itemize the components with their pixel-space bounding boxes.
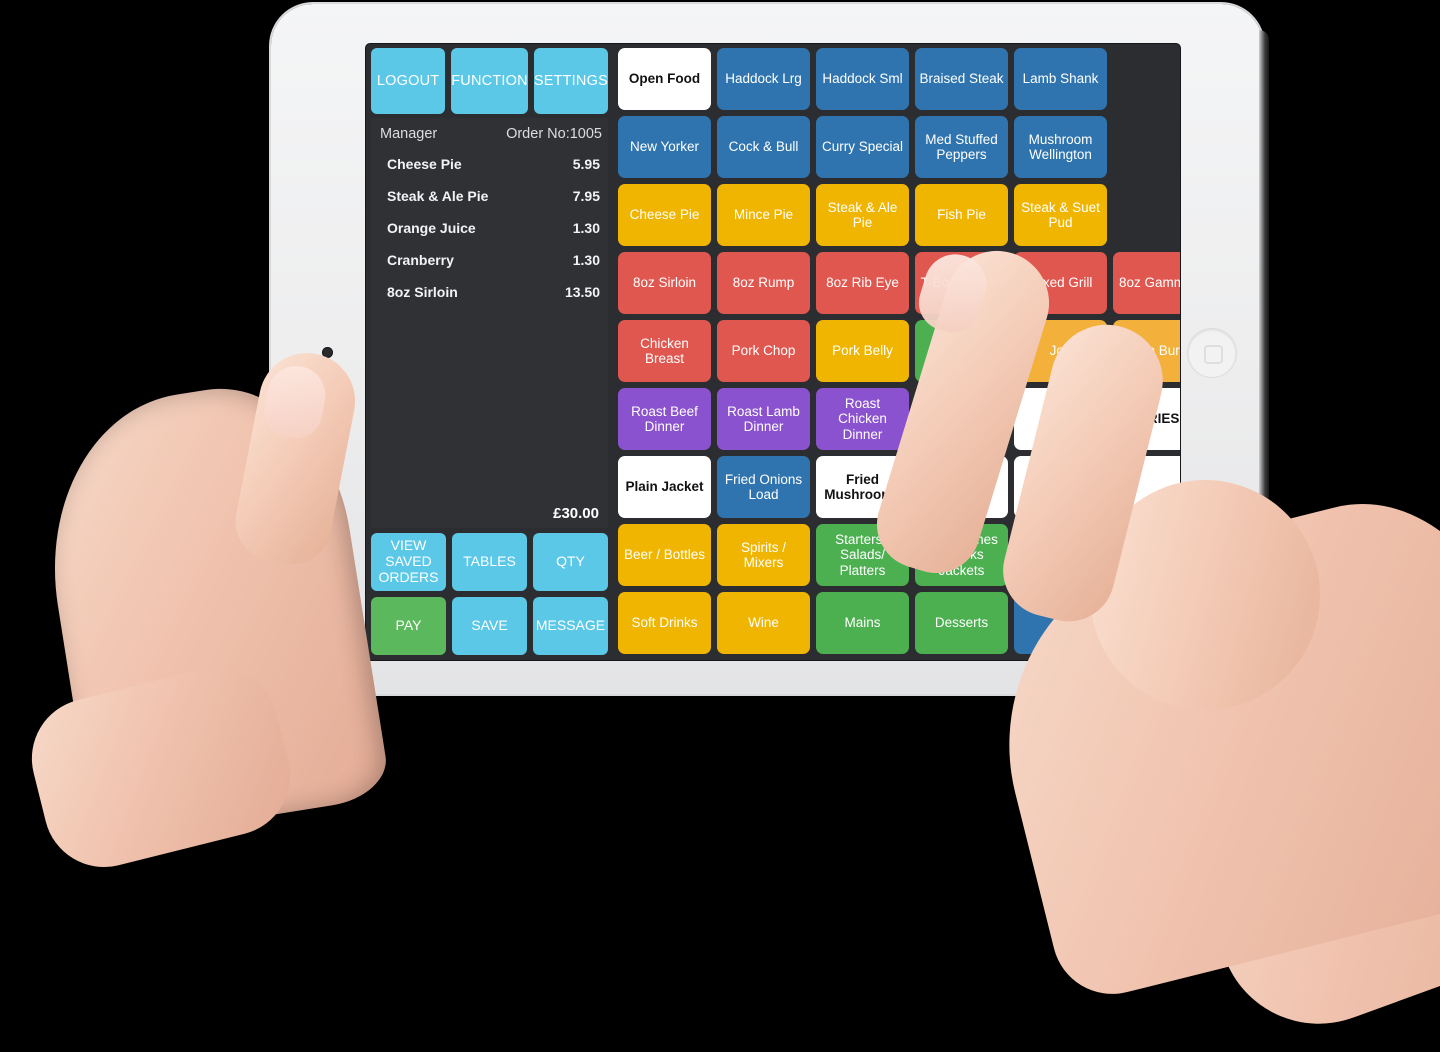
pos-screen: LOGOUT FUNCTION SETTINGS Manager Order N… bbox=[366, 44, 1180, 660]
operator-name: Manager bbox=[380, 126, 438, 142]
key-sandwiches-snacks-jackets[interactable]: Sandwiches Snacks Jackets bbox=[915, 524, 1008, 586]
key-fried-onions-load[interactable]: Fried Onions Load bbox=[717, 456, 810, 518]
key-empty-2 bbox=[1113, 116, 1180, 178]
key-fried-mushrooms[interactable]: Fried Mushrooms bbox=[816, 456, 909, 518]
order-line-price: 13.50 bbox=[564, 284, 600, 300]
order-line-price: 1.30 bbox=[572, 252, 600, 268]
left-bottom-button-grid: VIEW SAVED ORDERS TABLES QTY PAY SAVE ME… bbox=[366, 528, 613, 660]
key-8oz-rump[interactable]: 8oz Rump bbox=[717, 252, 810, 314]
key-cheese-pie[interactable]: Cheese Pie bbox=[618, 184, 711, 246]
key-haddock-sml[interactable]: Haddock Sml bbox=[816, 48, 909, 110]
order-line[interactable]: 8oz Sirloin 13.50 bbox=[371, 276, 608, 308]
order-header: Manager Order No:1005 bbox=[371, 126, 608, 148]
key-roast-lamb-dinner[interactable]: Roast Lamb Dinner bbox=[717, 388, 810, 450]
key-joe[interactable]: Joe bbox=[1014, 320, 1107, 382]
order-total: £30.00 bbox=[553, 505, 599, 522]
key-wine[interactable]: Wine bbox=[717, 592, 810, 654]
key-steak-and-ale-pie[interactable]: Steak & Ale Pie bbox=[816, 184, 909, 246]
key-8oz-sirloin[interactable]: 8oz Sirloin bbox=[618, 252, 711, 314]
key-starters-salads-platters[interactable]: Starters / Salads/ Platters bbox=[816, 524, 909, 586]
key-chicken-breast[interactable]: Chicken Breast bbox=[618, 320, 711, 382]
key-t-bone-steak[interactable]: T-Bone Steak bbox=[915, 252, 1008, 314]
save-button[interactable]: SAVE bbox=[452, 597, 527, 655]
key-beer-bottles[interactable]: Beer / Bottles bbox=[618, 524, 711, 586]
order-line-item: 8oz Sirloin bbox=[387, 284, 458, 300]
key-empty-3 bbox=[1113, 184, 1180, 246]
front-camera-icon bbox=[322, 347, 333, 358]
key-lamb-shank[interactable]: Lamb Shank bbox=[1014, 48, 1107, 110]
key-curry-special[interactable]: Curry Special bbox=[816, 116, 909, 178]
key-blank-1[interactable] bbox=[1113, 456, 1180, 518]
view-saved-orders-button[interactable]: VIEW SAVED ORDERS bbox=[371, 533, 446, 591]
key-mixed[interactable]: Mixed bbox=[1014, 456, 1107, 518]
pay-button[interactable]: PAY bbox=[371, 597, 446, 655]
top-button-row: LOGOUT FUNCTION SETTINGS bbox=[366, 48, 613, 114]
key-add-sauce[interactable]: Add Sauce bbox=[915, 320, 1008, 382]
order-receipt-panel[interactable]: Manager Order No:1005 Cheese Pie 5.95 St… bbox=[371, 118, 608, 528]
logout-button[interactable]: LOGOUT bbox=[371, 48, 446, 114]
order-line-price: 1.30 bbox=[572, 220, 600, 236]
home-button[interactable] bbox=[1187, 328, 1237, 378]
key-roast-chicken-dinner[interactable]: Roast Chicken Dinner bbox=[816, 388, 909, 450]
key-roast-beef-dinner[interactable]: Roast Beef Dinner bbox=[618, 388, 711, 450]
key-pork-belly[interactable]: Pork Belly bbox=[816, 320, 909, 382]
key-mains[interactable]: Mains bbox=[816, 592, 909, 654]
order-line[interactable]: Steak & Ale Pie 7.95 bbox=[371, 180, 608, 212]
key-empty-5 bbox=[1113, 592, 1180, 654]
order-line-item: Cheese Pie bbox=[387, 156, 462, 172]
function-button[interactable]: FUNCTION bbox=[451, 48, 528, 114]
key-braised-steak[interactable]: Braised Steak bbox=[915, 48, 1008, 110]
key-med-stuffed-peppers[interactable]: Med Stuffed Peppers bbox=[915, 116, 1008, 178]
key-open-food[interactable]: Open Food bbox=[618, 48, 711, 110]
key-plain-jacket[interactable]: Plain Jacket bbox=[618, 456, 711, 518]
order-line[interactable]: Cranberry 1.30 bbox=[371, 244, 608, 276]
key-empty-1 bbox=[1113, 48, 1180, 110]
settings-button[interactable]: SETTINGS bbox=[533, 48, 609, 114]
key-ch[interactable]: Ch bbox=[1014, 388, 1107, 450]
qty-button[interactable]: QTY bbox=[533, 533, 608, 591]
left-hand-wrist bbox=[19, 654, 303, 880]
key-mushroom-wellington[interactable]: Mushroom Wellington bbox=[1014, 116, 1107, 178]
key-fries[interactable]: FRIES bbox=[1113, 388, 1180, 450]
message-button[interactable]: MESSAGE bbox=[533, 597, 608, 655]
left-panel: LOGOUT FUNCTION SETTINGS Manager Order N… bbox=[366, 44, 613, 660]
order-line-item: Steak & Ale Pie bbox=[387, 188, 489, 204]
key-8oz-gammon[interactable]: 8oz Gammon bbox=[1113, 252, 1180, 314]
key-soft-drinks[interactable]: Soft Drinks bbox=[618, 592, 711, 654]
key-cock-and-bull[interactable]: Cock & Bull bbox=[717, 116, 810, 178]
order-line-item: Cranberry bbox=[387, 252, 454, 268]
tablet-device: LOGOUT FUNCTION SETTINGS Manager Order N… bbox=[271, 4, 1269, 694]
key-new-yorker[interactable]: New Yorker bbox=[618, 116, 711, 178]
order-line[interactable]: Orange Juice 1.30 bbox=[371, 212, 608, 244]
key-cajun-burger[interactable]: Cajun Burger bbox=[1113, 320, 1180, 382]
order-line[interactable]: Cheese Pie 5.95 bbox=[371, 148, 608, 180]
key-haddock-lrg[interactable]: Haddock Lrg bbox=[717, 48, 810, 110]
key-mixed-grill[interactable]: Mixed Grill bbox=[1014, 252, 1107, 314]
key-pork-chop[interactable]: Pork Chop bbox=[717, 320, 810, 382]
tables-button[interactable]: TABLES bbox=[452, 533, 527, 591]
key-spirits-mixers[interactable]: Spirits / Mixers bbox=[717, 524, 810, 586]
key-steak-and-suet-pud[interactable]: Steak & Suet Pud bbox=[1014, 184, 1107, 246]
key-burgers[interactable]: ERS bbox=[1014, 524, 1107, 586]
key-fish-pie[interactable]: Fish Pie bbox=[915, 184, 1008, 246]
order-line-price: 7.95 bbox=[572, 188, 600, 204]
key-onion[interactable]: Onion bbox=[915, 456, 1008, 518]
order-line-price: 5.95 bbox=[572, 156, 600, 172]
key-mince-pie[interactable]: Mince Pie bbox=[717, 184, 810, 246]
order-line-item: Orange Juice bbox=[387, 220, 476, 236]
key-empty-4 bbox=[1113, 524, 1180, 586]
key-add-gravy[interactable]: Add Gravy bbox=[915, 388, 1008, 450]
product-grid: Open Food Haddock Lrg Haddock Sml Braised S… bbox=[613, 48, 1180, 654]
key-blank-2[interactable] bbox=[1014, 592, 1107, 654]
order-number: Order No:1005 bbox=[506, 126, 602, 142]
key-desserts[interactable]: Desserts bbox=[915, 592, 1008, 654]
key-8oz-rib-eye[interactable]: 8oz Rib Eye bbox=[816, 252, 909, 314]
product-grid-panel: Open Food Haddock Lrg Haddock Sml Braised S… bbox=[613, 44, 1180, 660]
screenshot-stage: LOGOUT FUNCTION SETTINGS Manager Order N… bbox=[0, 0, 1440, 1052]
